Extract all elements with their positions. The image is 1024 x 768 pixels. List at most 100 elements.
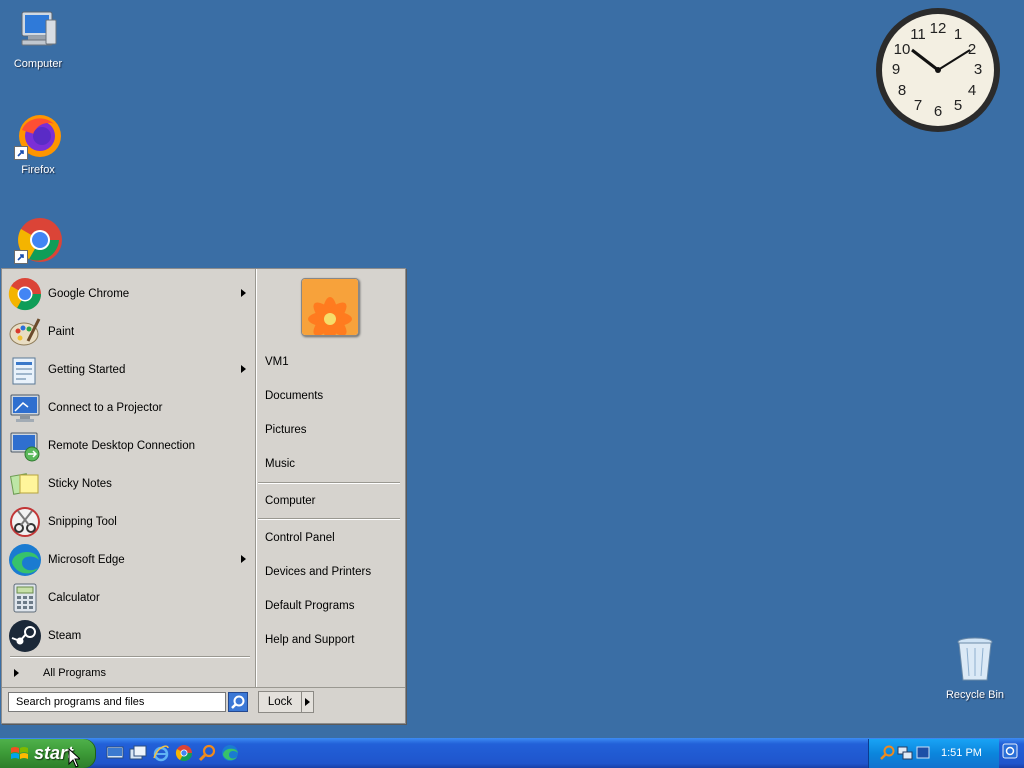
control-panel-link[interactable]: Control Panel [265, 529, 395, 547]
quicklaunch-show-desktop[interactable] [106, 744, 124, 762]
svg-text:9: 9 [892, 61, 900, 78]
analog-clock-icon: 12 1 2 3 4 5 6 7 8 9 10 11 [876, 8, 1000, 132]
search-button[interactable] [228, 692, 248, 712]
show-desktop-icon [106, 746, 124, 759]
program-label: Remote Desktop Connection [48, 440, 196, 452]
computer-label: Computer [265, 495, 316, 507]
display-icon[interactable] [915, 745, 931, 761]
all-programs-label: All Programs [43, 667, 106, 679]
chrome-icon [8, 277, 42, 311]
quicklaunch-switch-windows[interactable] [129, 744, 147, 762]
internet-explorer-icon [153, 745, 169, 762]
default-programs-link[interactable]: Default Programs [265, 597, 395, 615]
shutdown-options-button[interactable] [301, 691, 314, 713]
projector-icon [8, 391, 42, 425]
search-icon [198, 744, 216, 762]
svg-text:5: 5 [954, 97, 962, 114]
paint-icon [8, 315, 42, 349]
pictures-label: Pictures [265, 424, 307, 436]
svg-text:11: 11 [910, 26, 926, 43]
search-input[interactable]: Search programs and files [8, 692, 226, 712]
program-remote-desktop-connection[interactable]: Remote Desktop Connection [8, 427, 252, 465]
all-programs-separator [10, 656, 250, 658]
chevron-right-icon [305, 698, 310, 706]
program-label: Snipping Tool [48, 516, 117, 528]
svg-text:4: 4 [968, 82, 976, 99]
desktop-icon-computer[interactable]: Computer [0, 6, 76, 70]
submenu-arrow-icon [241, 289, 246, 297]
program-calculator[interactable]: Calculator [8, 579, 252, 617]
submenu-arrow-icon [241, 365, 246, 373]
program-microsoft-edge[interactable]: Microsoft Edge [8, 541, 252, 579]
desktop-icon-recycle-bin[interactable]: Recycle Bin [942, 636, 1008, 701]
program-paint[interactable]: Paint [8, 313, 252, 351]
music-label: Music [265, 458, 296, 470]
svg-text:12: 12 [930, 20, 947, 37]
remote-desktop-icon [8, 429, 42, 463]
music-link[interactable]: Music [265, 455, 395, 473]
shortcut-arrow-icon [14, 146, 28, 160]
program-steam[interactable]: Steam [8, 617, 252, 655]
documents-label: Documents [265, 390, 324, 402]
edge-icon [8, 543, 42, 577]
user-name-label: VM1 [265, 356, 289, 368]
clock-time[interactable]: 1:51 PM [941, 747, 982, 759]
search-icon [231, 695, 245, 709]
desktop-icon-label: Firefox [21, 164, 55, 176]
tray-search-icon[interactable] [879, 745, 895, 761]
program-label: Calculator [48, 592, 100, 604]
svg-text:1: 1 [954, 26, 962, 43]
svg-text:7: 7 [914, 97, 922, 114]
network-icon[interactable] [897, 745, 913, 761]
computer-link[interactable]: Computer [265, 492, 395, 510]
clock-gadget[interactable]: 12 1 2 3 4 5 6 7 8 9 10 11 [874, 6, 1002, 134]
getting-started-icon [8, 353, 42, 387]
program-google-chrome[interactable]: Google Chrome [8, 275, 252, 313]
sticky-notes-icon [8, 467, 42, 501]
flower-avatar-icon [302, 279, 358, 335]
help-and-support-link[interactable]: Help and Support [265, 631, 395, 649]
firefox-icon [14, 112, 62, 160]
control-panel-label: Control Panel [265, 532, 335, 544]
search-placeholder: Search programs and files [16, 696, 145, 708]
program-label: Paint [48, 326, 75, 338]
devices-and-printers-link[interactable]: Devices and Printers [265, 563, 395, 581]
help-and-support-label: Help and Support [265, 634, 355, 646]
documents-link[interactable]: Documents [265, 387, 395, 405]
recycle-bin-icon [957, 637, 993, 681]
lock-button[interactable]: Lock [258, 691, 302, 713]
program-connect-to-a-projector[interactable]: Connect to a Projector [8, 389, 252, 427]
user-name-link[interactable]: VM1 [265, 353, 395, 371]
pictures-link[interactable]: Pictures [265, 421, 395, 439]
start-menu-bottom-separator [2, 687, 405, 688]
svg-text:6: 6 [934, 103, 942, 120]
desktop-icon-chrome[interactable] [0, 216, 76, 268]
desktop-icon-firefox[interactable]: Firefox [0, 112, 76, 176]
show-desktop-button[interactable] [1002, 743, 1018, 759]
right-column-separator [258, 518, 400, 520]
notification-area: 1:51 PM [868, 739, 999, 768]
start-button[interactable]: start [0, 739, 96, 768]
quicklaunch-internet-explorer[interactable] [152, 744, 170, 762]
computer-icon [14, 6, 62, 54]
program-snipping-tool[interactable]: Snipping Tool [8, 503, 252, 541]
devices-and-printers-label: Devices and Printers [265, 566, 372, 578]
mouse-cursor-icon [68, 748, 80, 768]
chrome-icon [175, 745, 193, 762]
all-programs-arrow-icon [14, 669, 19, 677]
quicklaunch-chrome[interactable] [175, 744, 193, 762]
program-sticky-notes[interactable]: Sticky Notes [8, 465, 252, 503]
all-programs-button[interactable]: All Programs [8, 662, 248, 684]
edge-icon [222, 745, 238, 761]
quicklaunch-search[interactable] [198, 744, 216, 762]
lock-label: Lock [267, 696, 293, 708]
switch-windows-icon [129, 745, 147, 760]
submenu-arrow-icon [241, 555, 246, 563]
quicklaunch-edge[interactable] [221, 744, 239, 762]
program-label: Microsoft Edge [48, 554, 125, 566]
program-getting-started[interactable]: Getting Started [8, 351, 252, 389]
program-label: Connect to a Projector [48, 402, 163, 414]
user-picture[interactable] [301, 278, 359, 336]
svg-text:3: 3 [974, 61, 982, 78]
chrome-icon [14, 216, 62, 264]
